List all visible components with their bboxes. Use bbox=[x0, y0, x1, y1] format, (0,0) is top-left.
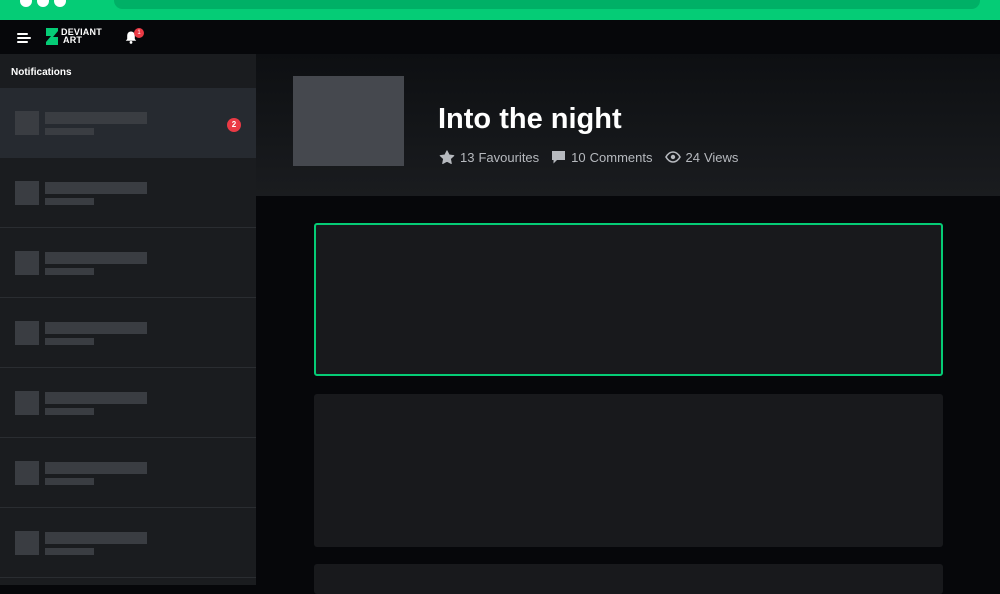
notification-item[interactable] bbox=[0, 298, 256, 368]
notification-thumbnail-placeholder bbox=[15, 321, 39, 345]
app-header: DEVIANT ART 1 bbox=[0, 20, 1000, 54]
notification-subtitle-placeholder bbox=[45, 198, 94, 205]
window-control-maximize[interactable] bbox=[54, 0, 66, 7]
star-icon bbox=[439, 149, 455, 164]
content-card[interactable] bbox=[314, 564, 943, 594]
notification-item[interactable] bbox=[0, 508, 256, 578]
notifications-sidebar: Notifications 2 bbox=[0, 54, 256, 585]
deviation-stats: 13 Favourites 10 Comments 24 Views bbox=[439, 149, 750, 165]
notification-item[interactable] bbox=[0, 228, 256, 298]
notification-item[interactable] bbox=[0, 368, 256, 438]
deviantart-logo-icon bbox=[46, 28, 58, 45]
notification-title-placeholder bbox=[45, 112, 147, 124]
notification-badge: 1 bbox=[134, 28, 144, 38]
address-bar[interactable] bbox=[114, 0, 980, 9]
deviation-header: Into the night 13 Favourites 10 Comments… bbox=[256, 54, 1000, 196]
notification-subtitle-placeholder bbox=[45, 478, 94, 485]
favourites-stat[interactable]: 13 Favourites bbox=[439, 150, 539, 165]
notification-title-placeholder bbox=[45, 322, 147, 334]
menu-icon[interactable] bbox=[17, 33, 31, 44]
content-card-selected[interactable] bbox=[314, 223, 943, 376]
notification-count-badge: 2 bbox=[227, 118, 241, 132]
notification-title-placeholder bbox=[45, 532, 147, 544]
views-count: 24 bbox=[685, 149, 700, 165]
deviation-thumbnail[interactable] bbox=[293, 76, 404, 166]
notification-thumbnail-placeholder bbox=[15, 461, 39, 485]
notification-thumbnail-placeholder bbox=[15, 531, 39, 555]
notification-thumbnail-placeholder bbox=[15, 111, 39, 135]
notification-title-placeholder bbox=[45, 462, 147, 474]
browser-chrome bbox=[0, 0, 1000, 20]
favourites-label: Favourites bbox=[478, 149, 540, 165]
notification-thumbnail-placeholder bbox=[15, 391, 39, 415]
notification-title-placeholder bbox=[45, 392, 147, 404]
window-control-minimize[interactable] bbox=[37, 0, 49, 7]
notification-subtitle-placeholder bbox=[45, 268, 94, 275]
window-control-close[interactable] bbox=[20, 0, 32, 7]
notification-title-placeholder bbox=[45, 252, 147, 264]
notification-thumbnail-placeholder bbox=[15, 181, 39, 205]
notification-subtitle-placeholder bbox=[45, 338, 94, 345]
favourites-count: 13 bbox=[460, 149, 475, 165]
notification-item[interactable] bbox=[0, 158, 256, 228]
comments-stat[interactable]: 10 Comments bbox=[551, 149, 653, 165]
deviation-title[interactable]: Into the night bbox=[438, 103, 622, 136]
logo-text: DEVIANT ART bbox=[61, 27, 102, 45]
comment-icon bbox=[552, 151, 566, 164]
comments-label: Comments bbox=[589, 149, 653, 165]
notification-subtitle-placeholder bbox=[45, 128, 94, 135]
comments-count: 10 bbox=[571, 149, 586, 165]
content-card[interactable] bbox=[314, 394, 943, 547]
views-label: Views bbox=[703, 149, 739, 165]
sidebar-title: Notifications bbox=[11, 67, 72, 78]
notification-item[interactable] bbox=[0, 438, 256, 508]
notification-subtitle-placeholder bbox=[45, 408, 94, 415]
notification-title-placeholder bbox=[45, 182, 147, 194]
eye-icon bbox=[664, 151, 681, 163]
notification-thumbnail-placeholder bbox=[15, 251, 39, 275]
notification-subtitle-placeholder bbox=[45, 548, 94, 555]
notification-item[interactable]: 2 bbox=[0, 88, 256, 158]
views-stat: 24 Views bbox=[664, 149, 739, 165]
notification-list: 2 bbox=[0, 88, 256, 578]
